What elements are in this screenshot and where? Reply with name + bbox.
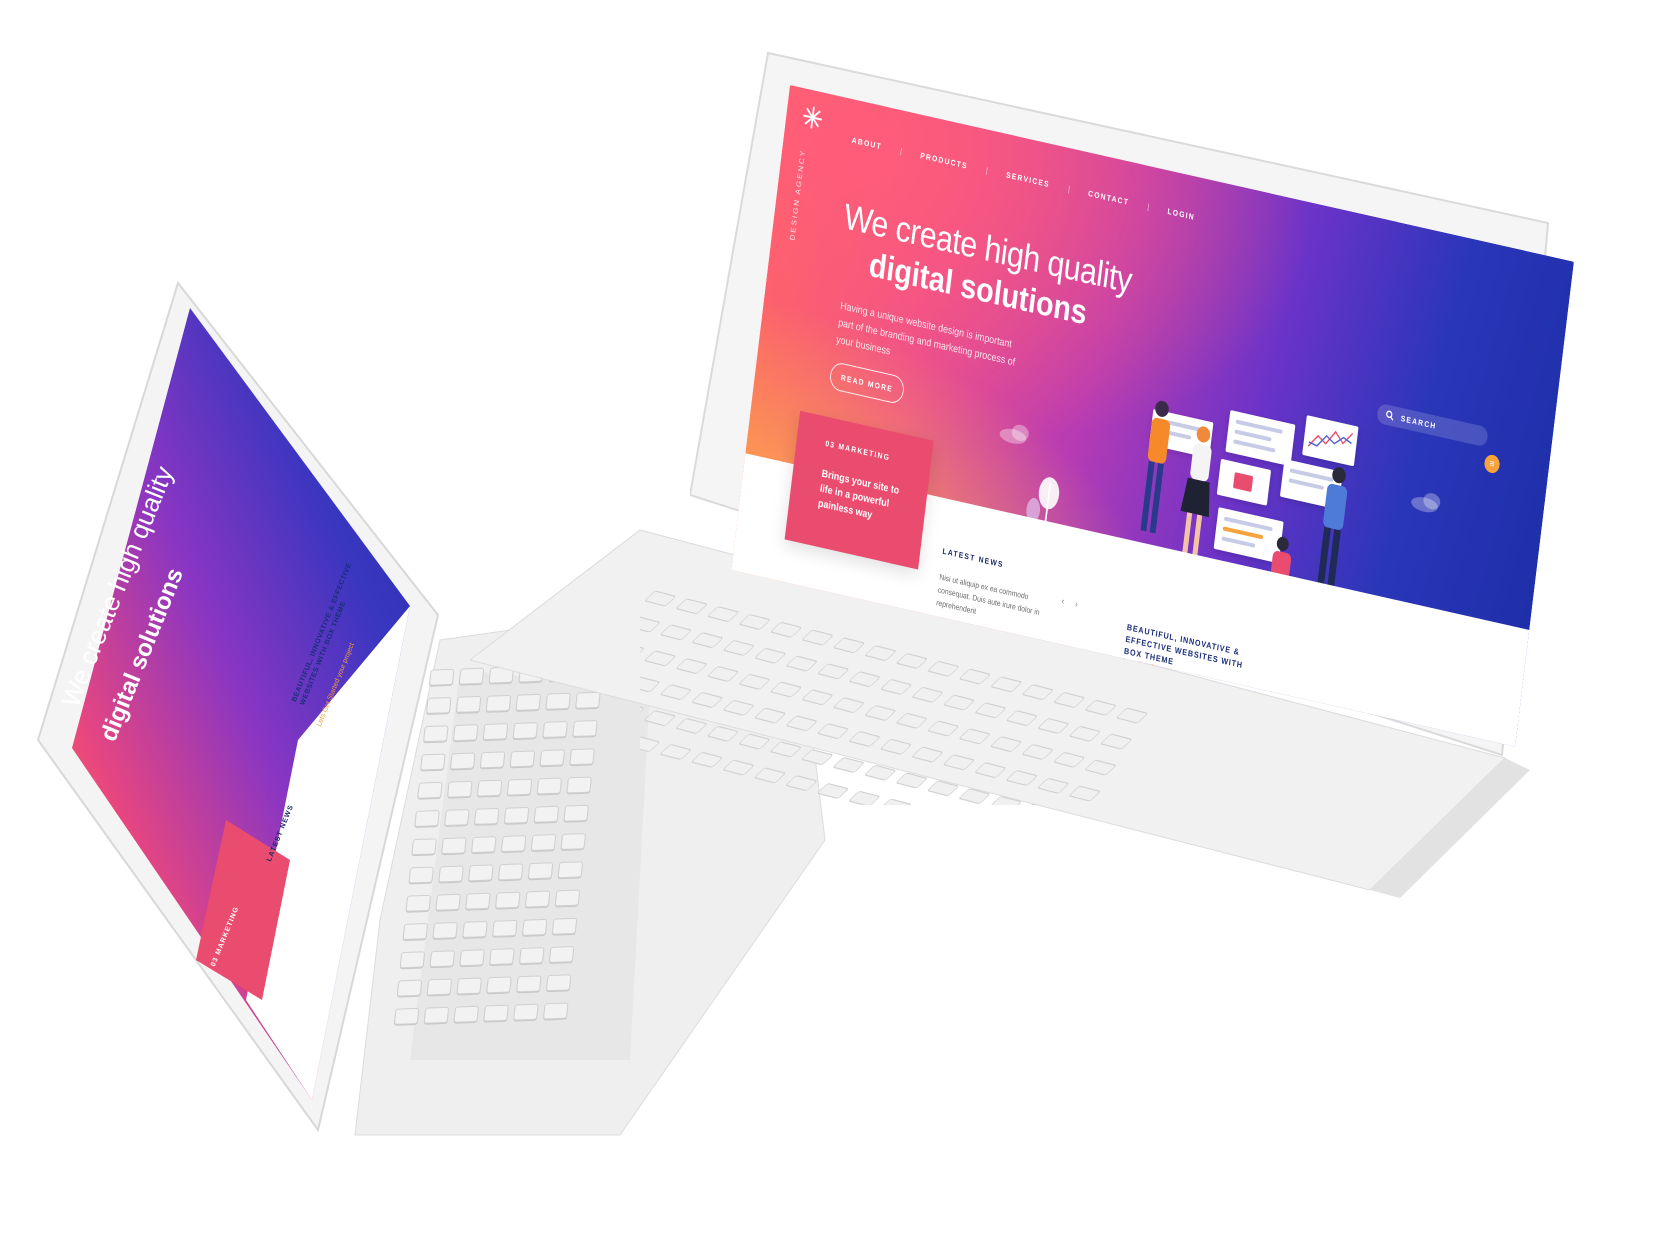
keyboard-key — [513, 1003, 539, 1021]
keyboard-key — [640, 702, 644, 719]
search-placeholder: SEARCH — [1400, 413, 1438, 431]
keyboard-key — [551, 917, 578, 935]
keyboard-key — [644, 710, 676, 726]
nav-products[interactable]: PRODUCTS — [920, 151, 969, 171]
keyboard-key — [545, 974, 572, 992]
keyboard-key — [483, 1004, 509, 1022]
keyboard-key — [786, 775, 817, 791]
keyboard-key — [640, 676, 660, 693]
marketing-card-kicker: 03 MARKETING — [824, 438, 891, 463]
keyboard-key — [660, 744, 691, 760]
nav-separator: | — [985, 165, 989, 176]
keyboard-key — [896, 772, 927, 789]
nav-separator: | — [899, 146, 903, 156]
keyboard-key — [1038, 778, 1069, 794]
nav-about[interactable]: ABOUT — [851, 136, 882, 152]
keyboard-key — [645, 590, 676, 607]
search-input[interactable]: SEARCH — [1376, 402, 1489, 448]
keyboard-key — [1069, 785, 1100, 802]
keyboard-key — [660, 684, 691, 700]
keyboard-key — [880, 798, 911, 805]
search-icon — [1386, 410, 1394, 421]
cloud-icon — [999, 424, 1029, 444]
keyboard-key — [486, 976, 512, 994]
keyboard-key — [754, 767, 786, 784]
nav-contact[interactable]: CONTACT — [1088, 189, 1130, 207]
menu-icon[interactable]: ≡ — [1483, 453, 1501, 475]
logo-icon — [803, 106, 822, 129]
keyboard-key — [542, 1002, 569, 1020]
nav-login[interactable]: LOGIN — [1167, 207, 1195, 222]
keyboard-key — [518, 947, 545, 965]
keyboard-key — [640, 616, 660, 633]
keyboard-key — [1006, 770, 1037, 786]
arrow-left-icon[interactable]: ‹ — [1061, 596, 1065, 608]
keyboard-key — [489, 948, 515, 966]
keyboard-key — [660, 624, 692, 641]
keyboard-key — [640, 642, 644, 659]
keyboard-key — [990, 796, 1022, 805]
keyboard-key — [864, 765, 896, 781]
keyboard-key — [927, 780, 959, 797]
keyboard-key — [640, 736, 660, 752]
keyboard-key — [817, 783, 849, 799]
nav-separator: | — [1146, 202, 1150, 212]
keyboard-key — [516, 975, 542, 993]
keyboard-key — [959, 788, 990, 804]
keyboard-key — [1022, 804, 1053, 805]
nav-services[interactable]: SERVICES — [1006, 170, 1051, 189]
brand-label: DESIGN AGENCY — [788, 148, 807, 242]
cloud-icon — [1411, 493, 1441, 513]
keyboard-key — [492, 919, 518, 937]
keyboard-key — [644, 650, 676, 667]
nav-separator: | — [1067, 184, 1071, 194]
read-more-button[interactable]: READ MORE — [828, 360, 906, 406]
keyboard-key — [521, 918, 548, 936]
marketing-card-text: Brings your site to life in a powerful p… — [817, 467, 900, 522]
keyboard-key — [548, 946, 575, 964]
keyboard-key — [849, 791, 880, 805]
